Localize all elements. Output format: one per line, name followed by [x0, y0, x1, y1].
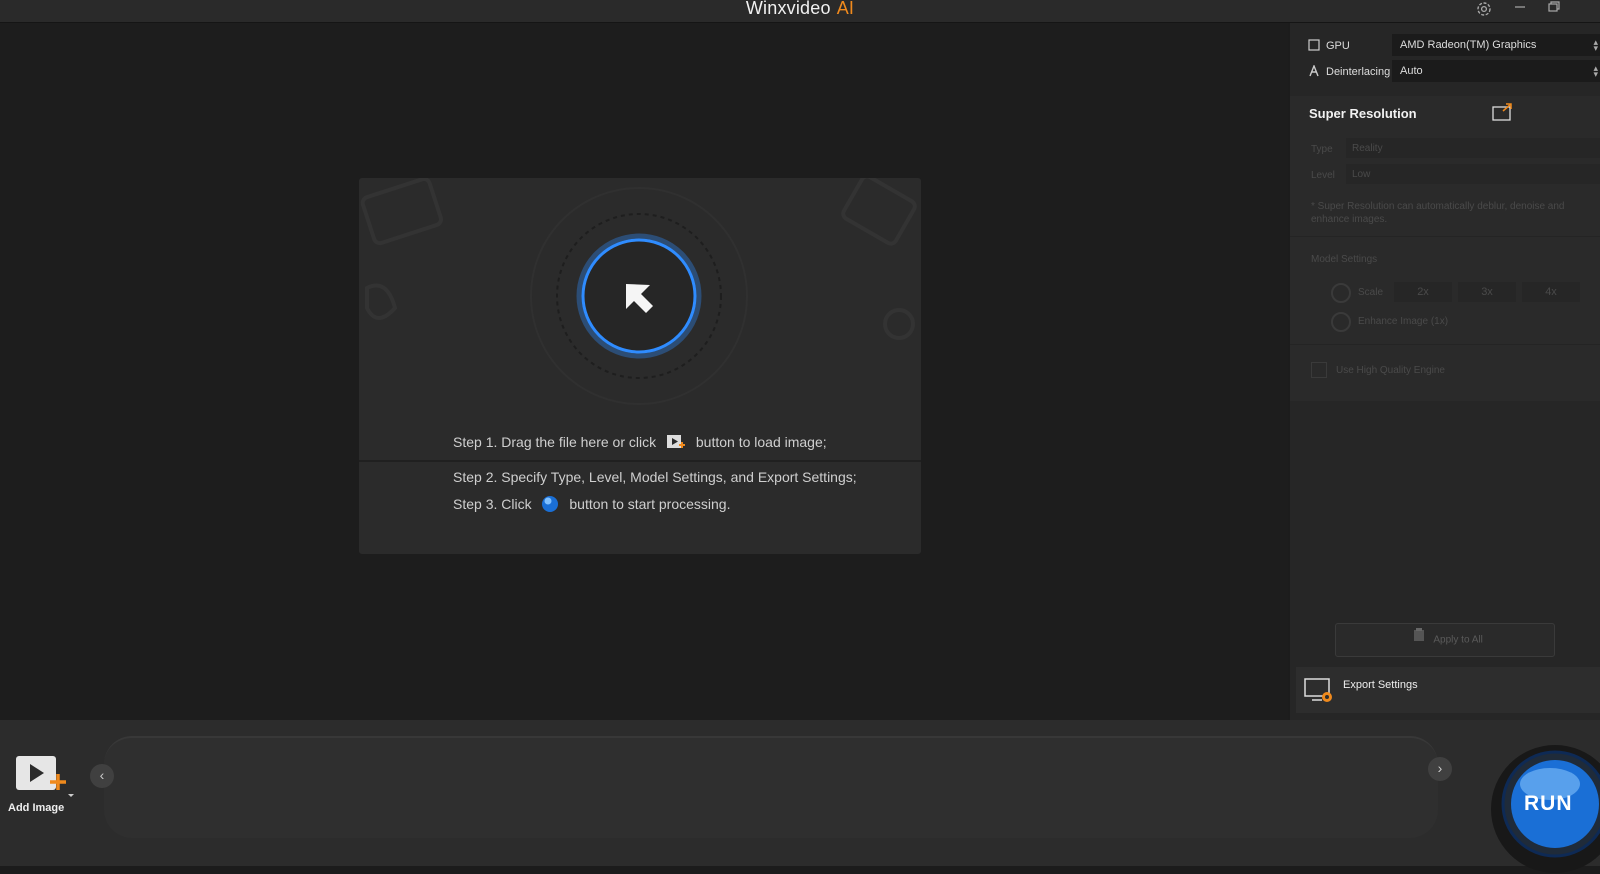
restore-icon[interactable] [1542, 0, 1566, 18]
enhance-radio[interactable] [1331, 312, 1351, 332]
bottom-bar: Add Image ‹ › RUN [0, 720, 1600, 873]
type-value: Reality [1352, 143, 1383, 154]
app-title-ai: AI [836, 0, 855, 18]
card-divider [359, 460, 921, 462]
step-1-text: Step 1. Drag the file here or click butt… [453, 434, 827, 453]
export-settings-button[interactable]: Export Settings [1296, 667, 1600, 713]
deinterlacing-row: Deinterlacing Auto ▴ ▾ [1290, 59, 1600, 85]
model-settings-label: Model Settings [1311, 254, 1378, 265]
app-title-name: Winxvideo [745, 0, 831, 18]
apply-to-all-button[interactable]: Apply to All [1335, 623, 1555, 657]
gpu-row: GPU AMD Radeon(TM) Graphics ▴ ▾ [1290, 33, 1600, 59]
level-label: Level [1311, 170, 1335, 181]
super-resolution-title: Super Resolution [1309, 106, 1417, 121]
upload-target[interactable] [529, 186, 749, 406]
add-image-label: Add Image [8, 802, 65, 814]
deinterlacing-select[interactable]: Auto ▴ ▾ [1392, 60, 1600, 82]
app-title: Winxvideo AI [0, 0, 1600, 19]
main-area: Step 1. Drag the file here or click butt… [0, 23, 1288, 720]
super-resolution-section: Super Resolution Type Reality Level Low … [1290, 96, 1600, 401]
deinterlace-icon [1308, 64, 1320, 80]
settings-panel: GPU AMD Radeon(TM) Graphics ▴ ▾ Deinterla… [1290, 23, 1600, 720]
scale-radio[interactable] [1331, 283, 1351, 303]
step-1-prefix: Step 1. Drag the file here or click [453, 434, 657, 451]
thumbnail-strip [104, 736, 1438, 838]
step-3-prefix: Step 3. Click [453, 496, 532, 513]
title-bar: Winxvideo AI [0, 0, 1600, 23]
export-settings-label: Export Settings [1343, 679, 1418, 691]
step-1-suffix: button to load image; [695, 434, 827, 451]
add-image-icon [14, 754, 76, 803]
gpu-label: GPU [1326, 40, 1350, 52]
expand-icon[interactable] [1492, 102, 1514, 127]
scale-3x-button[interactable]: 3x [1458, 282, 1516, 302]
gpu-chip-icon [1308, 39, 1320, 54]
level-value: Low [1352, 169, 1371, 180]
gpu-select[interactable]: AMD Radeon(TM) Graphics ▴ ▾ [1392, 34, 1600, 56]
hq-engine-checkbox[interactable] [1311, 362, 1327, 378]
chevron-up-down-icon: ▴ ▾ [1593, 37, 1598, 53]
scale-4x-button[interactable]: 4x [1522, 282, 1580, 302]
run-label: RUN [1524, 792, 1573, 815]
enhance-label: Enhance Image (1x) [1358, 316, 1449, 327]
step-3-text: Step 3. Click button to start processing… [453, 495, 730, 516]
gpu-value: AMD Radeon(TM) Graphics [1400, 39, 1537, 51]
super-resolution-note: * Super Resolution can automatically deb… [1311, 201, 1565, 225]
deinterlacing-value: Auto [1400, 65, 1423, 77]
scale-2x-button[interactable]: 2x [1394, 282, 1452, 302]
apply-icon [1413, 624, 1425, 656]
level-select[interactable]: Low [1346, 164, 1600, 184]
chevron-up-down-icon: ▴ ▾ [1593, 63, 1598, 79]
minimize-icon[interactable] [1508, 0, 1532, 18]
section-divider [1290, 344, 1600, 345]
apply-to-all-label: Apply to All [1433, 634, 1483, 646]
drop-zone[interactable]: Step 1. Drag the file here or click butt… [359, 178, 921, 554]
export-settings-icon [1304, 677, 1334, 710]
section-divider [1290, 236, 1600, 237]
chevron-right-icon[interactable]: › [1428, 757, 1452, 781]
add-image-button[interactable]: Add Image [8, 754, 74, 818]
type-select[interactable]: Reality [1346, 138, 1600, 158]
type-label: Type [1311, 144, 1333, 155]
run-ball-icon [541, 495, 559, 516]
run-button[interactable]: RUN [1490, 744, 1600, 874]
scale-label: Scale [1358, 287, 1384, 298]
deinterlacing-label: Deinterlacing [1326, 66, 1391, 78]
chevron-left-icon[interactable]: ‹ [90, 764, 114, 788]
step-3-suffix: button to start processing. [569, 496, 731, 513]
hq-engine-label: Use High Quality Engine [1336, 365, 1445, 376]
settings-icon[interactable] [1472, 0, 1496, 18]
step-2-text: Step 2. Specify Type, Level, Model Setti… [453, 469, 857, 485]
add-image-icon [666, 434, 686, 453]
